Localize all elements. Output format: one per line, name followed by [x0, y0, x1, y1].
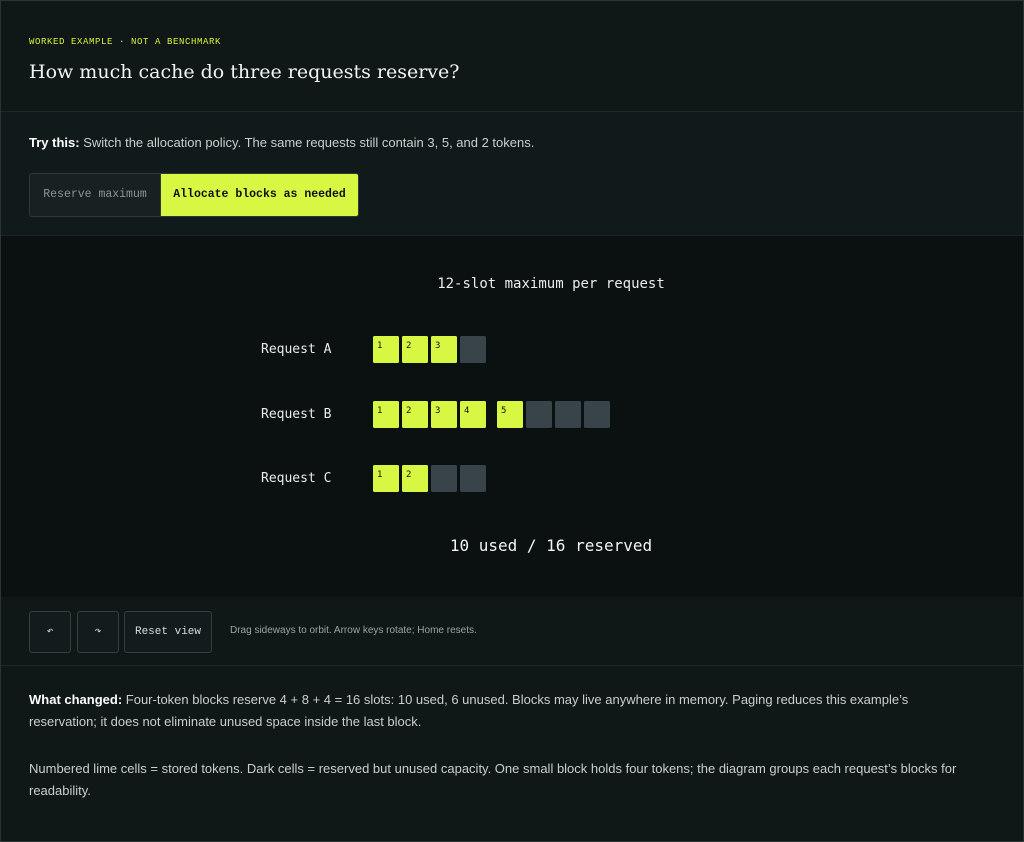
request-label: Request A — [261, 342, 332, 357]
rotate-right-icon: ↷ — [94, 626, 102, 638]
token-number: 5 — [501, 406, 506, 416]
token-number: 3 — [435, 406, 440, 416]
legend-text: Numbered lime cells = stored tokens. Dar… — [29, 761, 957, 798]
token-number: 2 — [406, 341, 411, 351]
token-cell-unused — [526, 401, 552, 428]
try-this-text: Try this: Switch the allocation policy. … — [29, 135, 534, 150]
request-rows: Request A 1 2 3 Request B 1 2 3 4 5 Request C 1 2 — [261, 336, 610, 492]
token-number: 4 — [464, 406, 469, 416]
what-changed-body: Four-token blocks reserve 4 + 8 + 4 = 16… — [29, 692, 909, 729]
eyebrow-label: WORKED EXAMPLE · NOT A BENCHMARK — [29, 37, 222, 47]
token-cell-unused — [460, 465, 486, 492]
token-number: 1 — [377, 470, 382, 480]
app-frame: WORKED EXAMPLE · NOT A BENCHMARK How muc… — [0, 0, 1024, 842]
request-label: Request C — [261, 471, 331, 486]
cache-diagram[interactable]: 12-slot maximum per request Request A 1 2 3… — [1, 235, 1023, 598]
reserve-maximum-button[interactable]: Reserve maximum — [30, 174, 161, 216]
diagram-summary: 10 used / 16 reserved — [450, 536, 652, 555]
try-this-lead: Try this: — [29, 135, 80, 150]
token-number: 2 — [406, 406, 411, 416]
token-number: 1 — [377, 406, 382, 416]
what-changed-text: What changed: Four-token blocks reserve … — [29, 689, 969, 733]
allocate-as-needed-button[interactable]: Allocate blocks as needed — [161, 174, 358, 216]
orbit-hint: Drag sideways to orbit. Arrow keys rotat… — [230, 625, 477, 636]
page-header: WORKED EXAMPLE · NOT A BENCHMARK How muc… — [1, 1, 1023, 112]
policy-toggle: Reserve maximum Allocate blocks as neede… — [29, 173, 359, 217]
token-number: 1 — [377, 341, 382, 351]
token-number: 3 — [435, 341, 440, 351]
what-changed-lead: What changed: — [29, 692, 123, 707]
token-cell-unused — [555, 401, 581, 428]
view-controls: ↶ ↷ Reset view Drag sideways to orbit. A… — [1, 597, 1023, 666]
rotate-right-button[interactable]: ↷ — [77, 611, 119, 653]
token-cell-unused — [460, 336, 486, 363]
token-number: 2 — [406, 470, 411, 480]
try-this-body: Switch the allocation policy. The same r… — [79, 135, 535, 150]
cache-diagram-canvas: 12-slot maximum per request Request A 1 2 3… — [261, 276, 665, 555]
token-cell-unused — [431, 465, 457, 492]
rotate-left-icon: ↶ — [46, 626, 54, 638]
rotate-left-button[interactable]: ↶ — [29, 611, 71, 653]
page-title: How much cache do three requests reserve… — [29, 61, 460, 83]
reset-view-button[interactable]: Reset view — [124, 611, 212, 653]
diagram-caption: 12-slot maximum per request — [437, 276, 665, 292]
token-cell-unused — [584, 401, 610, 428]
request-label: Request B — [261, 407, 332, 422]
